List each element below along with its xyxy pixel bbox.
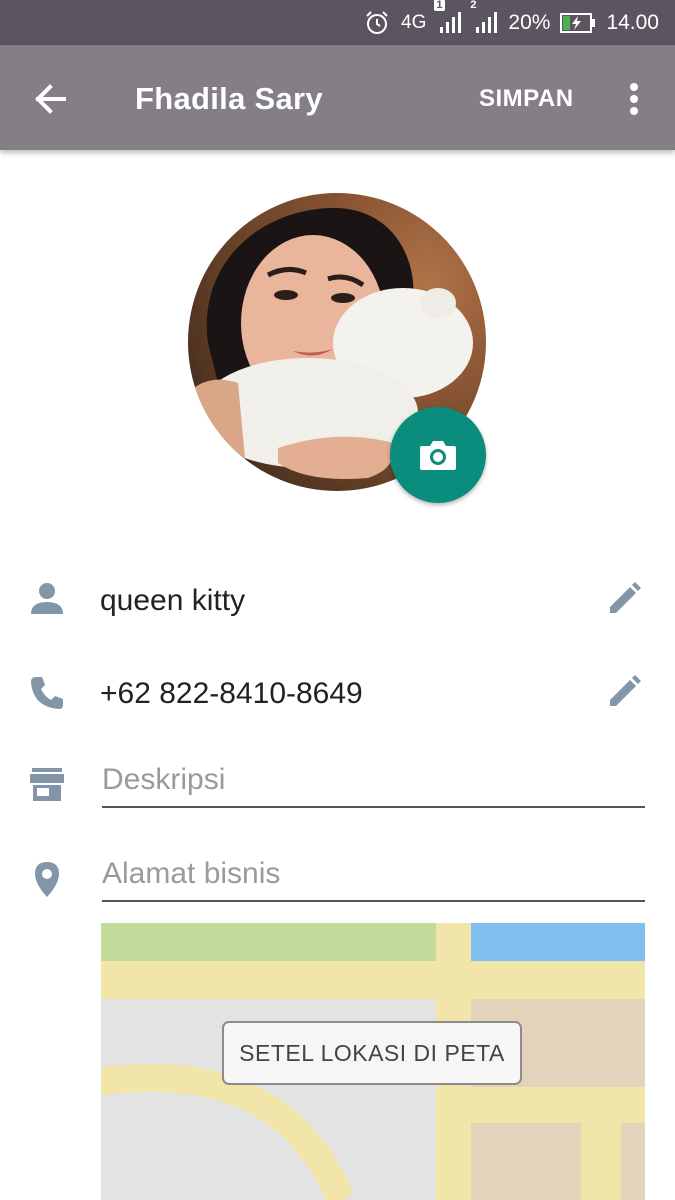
set-location-button[interactable]: SETEL LOKASI DI PETA [222, 1021, 522, 1085]
edit-phone-button[interactable] [606, 674, 642, 710]
sim1-badge: 1 [434, 0, 445, 11]
save-button[interactable]: SIMPAN [479, 85, 574, 113]
edit-name-button[interactable] [606, 581, 642, 617]
camera-icon [420, 441, 456, 470]
person-icon [28, 580, 66, 618]
sim2-badge: 2 [470, 0, 477, 11]
edit-pencil-icon [610, 675, 641, 706]
description-field[interactable] [102, 754, 645, 808]
edit-pencil-icon [610, 582, 641, 613]
app-bar: Fhadila Sary SIMPAN [0, 45, 675, 150]
battery-percent: 20% [508, 10, 551, 34]
business-address-field[interactable] [102, 848, 645, 902]
more-vert-icon[interactable] [620, 79, 648, 119]
profile-phone: +62 822-8410-8649 [100, 677, 363, 710]
signal-sim2-icon: 2 [470, 0, 498, 35]
battery-charging-icon [560, 12, 596, 34]
store-icon [28, 766, 66, 804]
signal-sim1-icon: 1 [434, 0, 462, 35]
alarm-icon [363, 9, 391, 37]
status-bar: 4G 1 2 20% 14.00 [0, 0, 675, 45]
phone-icon [28, 674, 66, 712]
back-arrow-icon[interactable] [30, 79, 74, 119]
network-type: 4G [401, 11, 427, 33]
profile-name: queen kitty [100, 584, 246, 617]
location-pin-icon [28, 860, 66, 898]
change-photo-button[interactable] [390, 407, 486, 503]
profile-photo-section [188, 193, 488, 503]
clock: 14.00 [606, 10, 659, 34]
page-title: Fhadila Sary [135, 81, 323, 116]
